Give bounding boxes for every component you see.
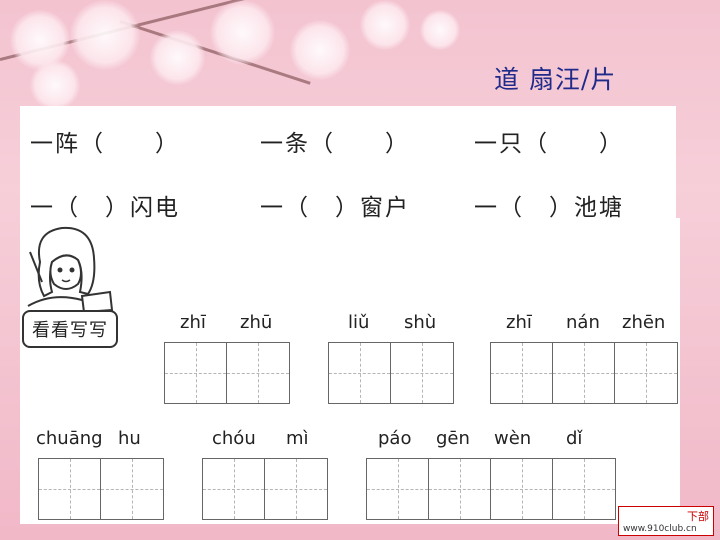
writing-cell[interactable] [391, 343, 453, 403]
writing-cell[interactable] [39, 459, 101, 519]
writing-cell[interactable] [553, 459, 615, 519]
blossom-decoration [210, 0, 275, 65]
blossom-decoration [30, 60, 80, 110]
look-and-write-label: 看看写写 [22, 310, 118, 348]
writing-cell[interactable] [329, 343, 391, 403]
pinyin-text: shù [404, 312, 437, 333]
writing-cell[interactable] [553, 343, 615, 403]
fill-in-phrase: 一（ ）闪电 [30, 195, 180, 221]
pinyin-text: chóu [212, 428, 256, 449]
logo-text: 下部 [687, 510, 709, 523]
fill-in-phrase: 一阵（ ） [30, 131, 180, 157]
writing-cell[interactable] [429, 459, 491, 519]
writing-cell[interactable] [101, 459, 163, 519]
pinyin-text: zhēn [622, 312, 666, 333]
blossom-decoration [420, 10, 460, 50]
pinyin-text: nán [566, 312, 600, 333]
blossom-decoration [70, 0, 140, 70]
answer-text: 道 扇汪/片 [494, 65, 617, 94]
blossom-decoration [360, 0, 410, 50]
fill-in-phrase: 一（ ）窗户 [260, 195, 410, 221]
pinyin-text: wèn [494, 428, 532, 449]
pinyin-text: liǔ [348, 312, 370, 333]
pinyin-text: zhū [240, 312, 273, 333]
writing-cell[interactable] [227, 343, 289, 403]
fill-in-phrase: 一只（ ） [474, 131, 624, 157]
writing-grid[interactable] [38, 458, 164, 520]
pinyin-text: dǐ [566, 428, 583, 449]
pinyin-text: páo [378, 428, 412, 449]
pinyin-text: hu [118, 428, 141, 449]
site-logo[interactable]: 下部 www.910club.cn [618, 506, 714, 536]
logo-url: www.910club.cn [623, 524, 697, 534]
pinyin-text: zhī [180, 312, 206, 333]
blossom-decoration [150, 30, 205, 85]
writing-cell[interactable] [165, 343, 227, 403]
writing-cell[interactable] [615, 343, 677, 403]
writing-grid[interactable] [202, 458, 328, 520]
fill-in-phrase: 一条（ ） [260, 131, 410, 157]
pinyin-text: zhī [506, 312, 532, 333]
blossom-decoration [290, 20, 350, 80]
writing-cell[interactable] [491, 459, 553, 519]
writing-grid[interactable] [490, 342, 678, 404]
fill-in-phrase: 一（ ）池塘 [474, 195, 624, 221]
writing-cell[interactable] [203, 459, 265, 519]
writing-cell[interactable] [367, 459, 429, 519]
writing-grid[interactable] [328, 342, 454, 404]
writing-cell[interactable] [265, 459, 327, 519]
writing-grid[interactable] [366, 458, 616, 520]
writing-grid[interactable] [164, 342, 290, 404]
girl-illustration [27, 226, 114, 314]
pinyin-text: chuāng [36, 428, 103, 449]
writing-cell[interactable] [491, 343, 553, 403]
pinyin-text: mì [286, 428, 309, 449]
pinyin-text: gēn [436, 428, 470, 449]
